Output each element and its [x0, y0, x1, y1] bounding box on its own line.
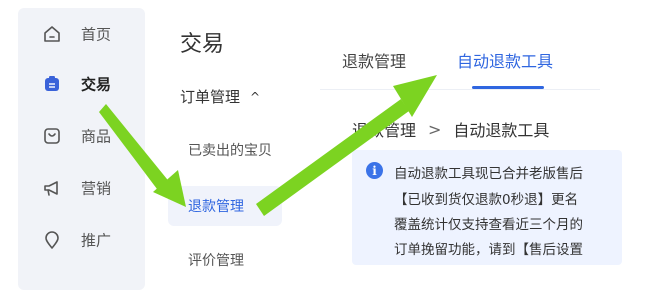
menu-item-sold-items[interactable]: 已卖出的宝贝: [168, 130, 282, 170]
info-icon: i: [366, 162, 383, 179]
menu-item-refund-management[interactable]: 退款管理: [168, 186, 282, 226]
menu-item-label: 退款管理: [188, 199, 244, 215]
sidebar-item-marketing[interactable]: 营销: [18, 168, 145, 208]
tab-divider: [320, 89, 600, 90]
sidebar-item-product[interactable]: 商品: [18, 116, 145, 156]
notice-line: 订单挽留功能，请到【售后设置: [394, 242, 583, 258]
notice-line: 覆盖统计仅支持查看近三个月的: [394, 217, 583, 233]
breadcrumb-separator: >: [428, 119, 442, 139]
sidebar-item-home[interactable]: 首页: [18, 14, 145, 54]
product-icon: [41, 125, 63, 147]
notice-line: 【已收到货仅退款0秒退】更名: [394, 192, 579, 208]
sidebar-item-label: 营销: [81, 179, 112, 198]
sidebar-item-promotion[interactable]: 推广: [18, 220, 145, 260]
sidebar-item-label: 推广: [81, 231, 112, 250]
notice-line: 自动退款工具现已合并老版售后: [394, 166, 583, 182]
menu-item-label: 已卖出的宝贝: [188, 143, 272, 159]
menu-item-label: 评价管理: [188, 253, 244, 269]
chevron-up-icon: ^: [250, 89, 261, 104]
menu-item-review-management[interactable]: 评价管理: [168, 240, 282, 280]
sidebar-item-label: 商品: [81, 127, 112, 146]
breadcrumb-current: 自动退款工具: [453, 121, 550, 140]
tab-refund-management[interactable]: 退款管理: [342, 48, 406, 72]
location-pin-icon: [41, 229, 63, 251]
order-management-group[interactable]: 订单管理 ^: [180, 86, 260, 107]
sidebar-item-trade[interactable]: 交易: [18, 64, 145, 104]
home-icon: [41, 23, 63, 45]
main-sidebar: 首页 交易 商品 营销 推广: [18, 8, 145, 290]
breadcrumb: 退款管理 > 自动退款工具: [352, 117, 549, 141]
tab-label: 自动退款工具: [457, 52, 554, 71]
trade-icon: [41, 73, 63, 95]
tab-auto-refund-tool[interactable]: 自动退款工具: [457, 48, 553, 72]
megaphone-icon: [41, 177, 63, 199]
sidebar-item-label: 交易: [81, 75, 112, 94]
breadcrumb-parent[interactable]: 退款管理: [352, 117, 416, 141]
tab-label: 退款管理: [342, 52, 407, 71]
group-label: 订单管理: [180, 88, 241, 106]
section-title: 交易: [180, 32, 225, 57]
sidebar-item-label: 首页: [81, 25, 112, 44]
notice-box: i 自动退款工具现已合并老版售后 【已收到货仅退款0秒退】更名 覆盖统计仅支持查…: [352, 150, 622, 265]
